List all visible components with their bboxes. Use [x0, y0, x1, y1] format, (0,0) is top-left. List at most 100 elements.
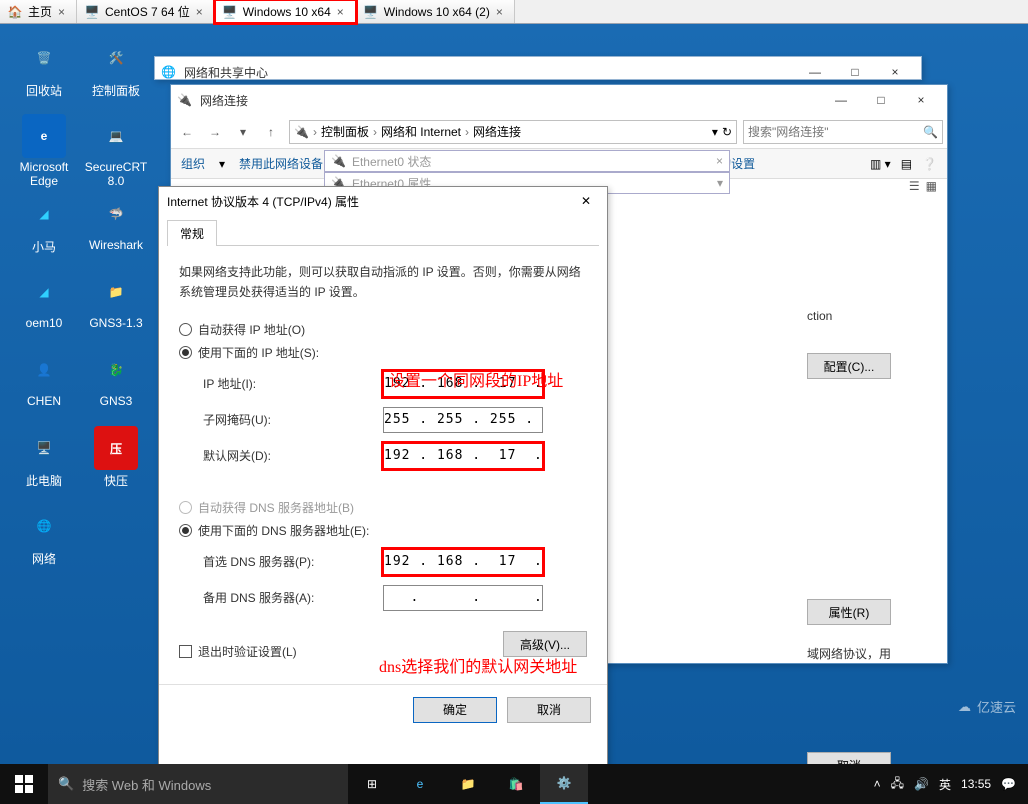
close-icon[interactable]: ×: [196, 5, 208, 17]
breadcrumb[interactable]: 🔌 › 控制面板 › 网络和 Internet › 网络连接 ▾ ↻: [289, 120, 737, 144]
radio-auto-ip[interactable]: 自动获得 IP 地址(O): [179, 321, 587, 338]
configure-button[interactable]: 配置(C)...: [807, 353, 891, 379]
search-input[interactable]: 搜索"网络连接" 🔍: [743, 120, 943, 144]
ime-tray-icon[interactable]: 英: [939, 776, 951, 793]
desktop-icon-xiaoma[interactable]: ◢小马: [8, 192, 80, 270]
window-ethernet-status[interactable]: 🔌 Ethernet0 状态 ×: [324, 150, 730, 172]
desktop-icon-wireshark[interactable]: 🦈Wireshark: [80, 192, 152, 270]
control-panel-icon: 🛠️: [94, 36, 138, 80]
dns2-input[interactable]: [383, 585, 543, 611]
preview-pane-icon[interactable]: ▤: [901, 157, 912, 171]
vm-tab-label: Windows 10 x64: [243, 5, 331, 19]
chevron-down-icon[interactable]: ▾: [712, 125, 718, 139]
view-switch[interactable]: ☰ ▦: [909, 179, 937, 193]
volume-tray-icon[interactable]: 🔊: [914, 777, 929, 791]
desktop-icon-edge[interactable]: eMicrosoft Edge: [8, 114, 80, 192]
description-text: 域网络协议，用: [807, 645, 937, 662]
tab-general[interactable]: 常规: [167, 220, 217, 246]
dns1-input[interactable]: [383, 549, 543, 575]
minimize-button[interactable]: —: [821, 86, 861, 114]
store-taskbar-icon[interactable]: 🛍️: [492, 764, 540, 804]
vm-tab-home[interactable]: 🏠 主页 ×: [0, 0, 77, 23]
close-icon[interactable]: ×: [58, 5, 70, 17]
gateway-input[interactable]: [383, 443, 543, 469]
minimize-button[interactable]: —: [795, 58, 835, 86]
desktop-icon-control[interactable]: 🛠️控制面板: [80, 36, 152, 114]
view-dropdown-icon[interactable]: ▥ ▾: [870, 157, 891, 171]
chevron-down-icon[interactable]: ▾: [717, 176, 723, 190]
wireshark-icon: 🦈: [94, 192, 138, 236]
vm-tab-win10-2[interactable]: 🖥️ Windows 10 x64 (2) ×: [356, 0, 515, 23]
annotation-dns-note: dns选择我们的默认网关地址: [379, 653, 577, 677]
close-button[interactable]: ×: [875, 58, 915, 86]
terminal-icon: 💻: [94, 114, 138, 158]
adapter-icon: 🔌: [294, 125, 309, 139]
task-view-button[interactable]: ⊞: [348, 764, 396, 804]
radio-manual-dns[interactable]: 使用下面的 DNS 服务器地址(E):: [179, 522, 587, 539]
refresh-icon[interactable]: ↻: [722, 125, 732, 139]
desktop-icon-securecrt[interactable]: 💻SecureCRT 8.0: [80, 114, 152, 192]
help-icon[interactable]: ❔: [922, 157, 937, 171]
close-icon[interactable]: ×: [716, 154, 723, 168]
validate-on-exit-checkbox[interactable]: 退出时验证设置(L): [179, 643, 297, 660]
file-explorer-taskbar-icon[interactable]: 📁: [444, 764, 492, 804]
desktop-icon-recycle[interactable]: 🗑️回收站: [8, 36, 80, 114]
disable-device-button[interactable]: 禁用此网络设备: [239, 155, 323, 172]
desktop-icon-kuaiya[interactable]: 压快压: [80, 426, 152, 504]
forward-button[interactable]: →: [203, 120, 227, 144]
search-placeholder: 搜索"网络连接": [748, 123, 829, 140]
close-button[interactable]: ✕: [573, 190, 599, 212]
tray-chevron-icon[interactable]: ˄: [874, 777, 881, 791]
icon-label: oem10: [26, 316, 63, 330]
edge-icon: e: [22, 114, 66, 158]
vm-tab-centos[interactable]: 🖥️ CentOS 7 64 位 ×: [77, 0, 215, 23]
clock[interactable]: 13:55: [961, 777, 991, 791]
desktop-icon-network[interactable]: 🌐网络: [8, 504, 80, 582]
start-button[interactable]: [0, 764, 48, 804]
cancel-button[interactable]: 取消: [507, 697, 591, 723]
cloud-icon: ☁: [958, 699, 971, 715]
radio-icon: [179, 346, 192, 359]
organize-menu[interactable]: 组织: [181, 155, 205, 172]
radio-icon: [179, 323, 192, 336]
window-title: 网络连接: [198, 92, 821, 109]
vm-tab-win10[interactable]: 🖥️ Windows 10 x64 ×: [215, 0, 356, 23]
window-title: 网络和共享中心: [182, 64, 795, 81]
breadcrumb-item[interactable]: 网络和 Internet: [381, 123, 461, 140]
settings-taskbar-icon[interactable]: ⚙️: [540, 764, 588, 804]
details-view-icon[interactable]: ☰: [909, 179, 920, 193]
up-button[interactable]: ↑: [259, 120, 283, 144]
breadcrumb-item[interactable]: 网络连接: [473, 123, 521, 140]
subnet-mask-input[interactable]: [383, 407, 543, 433]
text-fragment: ction: [807, 309, 937, 323]
ok-button[interactable]: 确定: [413, 697, 497, 723]
close-icon[interactable]: ×: [337, 5, 349, 17]
annotation-ip-note: 设置一个同网段的IP地址: [389, 367, 563, 391]
recent-button[interactable]: ▾: [231, 120, 255, 144]
radio-manual-ip[interactable]: 使用下面的 IP 地址(S):: [179, 344, 587, 361]
desktop-icon-gns3[interactable]: 🐉GNS3: [80, 348, 152, 426]
taskbar-search[interactable]: 🔍 搜索 Web 和 Windows: [48, 764, 348, 804]
close-button[interactable]: ×: [901, 86, 941, 114]
breadcrumb-item[interactable]: 控制面板: [321, 123, 369, 140]
edge-taskbar-icon[interactable]: e: [396, 764, 444, 804]
icon-label: Microsoft Edge: [8, 160, 80, 188]
action-center-icon[interactable]: 💬: [1001, 777, 1016, 791]
close-icon[interactable]: ×: [496, 5, 508, 17]
maximize-button[interactable]: □: [835, 58, 875, 86]
icon-label: 此电脑: [26, 472, 62, 489]
icons-view-icon[interactable]: ▦: [926, 179, 937, 193]
back-button[interactable]: ←: [175, 120, 199, 144]
desktop-icon-gns3v[interactable]: 📁GNS3-1.3: [80, 270, 152, 348]
properties-button[interactable]: 属性(R): [807, 599, 891, 625]
desktop-icon-chen[interactable]: 👤CHEN: [8, 348, 80, 426]
desktop-icon-thispc[interactable]: 🖥️此电脑: [8, 426, 80, 504]
search-placeholder: 搜索 Web 和 Windows: [82, 775, 211, 794]
network-tray-icon[interactable]: 🖧: [891, 774, 904, 795]
maximize-button[interactable]: □: [861, 86, 901, 114]
search-icon: 🔍: [923, 125, 938, 139]
dialog-titlebar: Internet 协议版本 4 (TCP/IPv4) 属性 ✕: [159, 187, 607, 215]
vm-icon: 🖥️: [85, 5, 99, 19]
desktop-icon-oem10[interactable]: ◢oem10: [8, 270, 80, 348]
vmware-tab-bar: 🏠 主页 × 🖥️ CentOS 7 64 位 × 🖥️ Windows 10 …: [0, 0, 1028, 24]
